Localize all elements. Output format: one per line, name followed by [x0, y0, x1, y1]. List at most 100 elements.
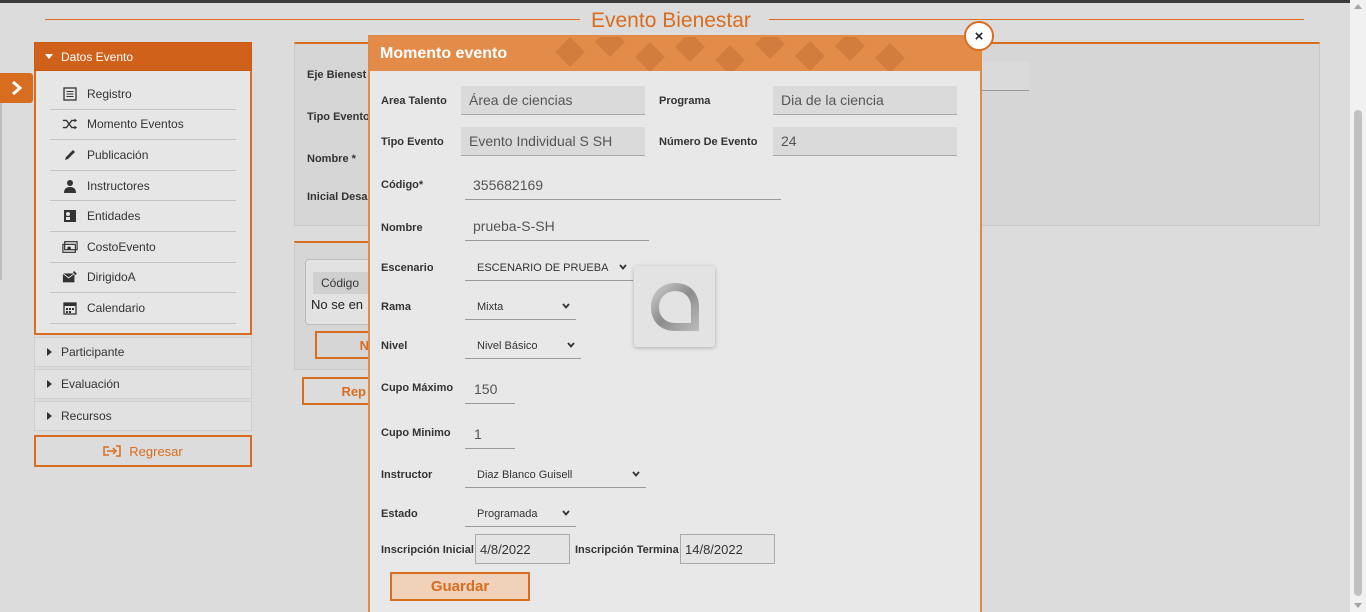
escenario-select[interactable]: ESCENARIO DE PRUEBA — [465, 255, 633, 281]
bg-label-nombre: Nombre * — [307, 153, 356, 165]
new-button[interactable]: N — [315, 331, 375, 359]
label-cupo-maximo: Cupo Máximo — [381, 382, 454, 394]
rama-select[interactable]: Mixta — [465, 294, 576, 320]
section-participante[interactable]: Participante — [34, 337, 252, 367]
list-icon — [62, 86, 78, 102]
section-datos-evento[interactable]: Datos Evento — [34, 42, 252, 71]
back-button[interactable]: Regresar — [34, 435, 252, 467]
sidebar-item-label: Calendario — [87, 300, 146, 315]
bg-label-eje: Eje Bienest — [307, 69, 367, 81]
scroll-thumb[interactable] — [1354, 110, 1362, 596]
nombre-input[interactable]: prueba-S-SH — [465, 211, 649, 241]
escenario-value: ESCENARIO DE PRUEBA — [477, 262, 609, 274]
label-numero-evento: Número De Evento — [659, 136, 758, 148]
page-scrollbar[interactable] — [1350, 0, 1366, 612]
table-empty-message: No se en — [311, 297, 364, 312]
scroll-up-icon[interactable] — [1354, 4, 1362, 9]
label-estado: Estado — [381, 508, 418, 520]
label-nombre: Nombre — [381, 222, 423, 234]
report-button-label: Rep — [341, 383, 366, 399]
title-rule-left — [45, 19, 580, 20]
sidebar-item-publicacion[interactable]: Publicación — [50, 140, 236, 171]
label-tipo-evento: Tipo Evento — [381, 136, 444, 148]
instructor-select[interactable]: Diaz Blanco Guisell — [465, 462, 646, 488]
sidebar-item-entidades[interactable]: Entidades — [50, 201, 236, 232]
shuffle-icon — [62, 116, 78, 132]
cupo-maximo-input[interactable]: 150 — [465, 374, 515, 404]
area-talento-field: Área de ciencias — [461, 86, 645, 115]
numero-evento-field: 24 — [773, 127, 957, 156]
label-inscripcion-termina: Inscripción Termina — [575, 544, 679, 556]
close-icon: × — [974, 27, 984, 45]
label-codigo: Código* — [381, 179, 424, 191]
sidebar-item-dirigidoa[interactable]: DirigidoA — [50, 263, 236, 294]
loading-indicator — [634, 266, 715, 347]
report-button[interactable]: Rep — [302, 377, 372, 405]
pencil-icon — [62, 147, 78, 163]
inscripcion-termina-input[interactable]: 14/8/2022 — [680, 534, 775, 564]
label-rama: Rama — [381, 301, 411, 313]
id-card-icon — [62, 208, 78, 224]
sidebar-item-momento-eventos[interactable]: Momento Eventos — [50, 110, 236, 141]
user-icon — [62, 178, 78, 194]
chevron-right-icon — [11, 80, 22, 96]
estado-select[interactable]: Programada — [465, 501, 576, 527]
caret-right-icon — [47, 380, 52, 388]
sidebar-item-label: Instructores — [87, 178, 150, 193]
caret-right-icon — [47, 412, 52, 420]
sidebar-edge — [0, 103, 2, 280]
sign-out-icon — [103, 445, 122, 457]
sidebar-item-instructores[interactable]: Instructores — [50, 171, 236, 202]
codigo-input[interactable]: 355682169 — [465, 170, 781, 200]
sidebar-item-registro[interactable]: Registro — [50, 79, 236, 110]
bg-field[interactable] — [980, 62, 1029, 90]
label-cupo-minimo: Cupo Minimo — [381, 427, 451, 439]
title-rule-right — [769, 19, 1304, 20]
label-instructor: Instructor — [381, 469, 433, 481]
mail-icon — [62, 269, 78, 285]
chevron-down-icon — [562, 303, 570, 309]
tipo-evento-field: Evento Individual S SH — [461, 127, 645, 156]
sidebar-item-calendario[interactable]: Calendario — [50, 293, 236, 324]
sidebar-item-label: DirigidoA — [87, 270, 136, 285]
bg-label-inicial: Inicial Desa — [307, 191, 368, 203]
section-label: Datos Evento — [61, 49, 134, 64]
sidebar-item-label: CostoEvento — [87, 239, 156, 254]
section-datos-evento-body: Registro Momento Eventos Publicación Ins… — [34, 71, 252, 335]
dialog-title: Momento evento — [380, 45, 508, 62]
back-label: Regresar — [129, 443, 183, 459]
label-inscripcion-inicial: Inscripción Inicial — [381, 544, 474, 556]
estado-value: Programada — [477, 508, 538, 520]
scroll-down-icon[interactable] — [1354, 603, 1362, 608]
instructor-value: Diaz Blanco Guisell — [477, 469, 573, 481]
section-evaluacion[interactable]: Evaluación — [34, 369, 252, 399]
dialog-header: Momento evento — [370, 37, 980, 71]
page-title: Evento Bienestar — [591, 9, 751, 32]
close-dialog-button[interactable]: × — [964, 21, 994, 51]
bg-field-underline — [980, 90, 1029, 91]
sidebar-toggle-button[interactable] — [0, 73, 33, 103]
label-area-talento: Area Talento — [381, 95, 447, 107]
save-button-label: Guardar — [430, 578, 490, 595]
caret-down-icon — [45, 54, 53, 59]
nivel-value: Nivel Básico — [477, 340, 538, 352]
section-recursos[interactable]: Recursos — [34, 401, 252, 431]
caret-right-icon — [47, 348, 52, 356]
chevron-down-icon — [567, 342, 575, 348]
cupo-minimo-input[interactable]: 1 — [465, 419, 515, 449]
chevron-down-icon — [562, 510, 570, 516]
sidebar-item-costoevento[interactable]: CostoEvento — [50, 232, 236, 263]
chevron-down-icon — [619, 264, 627, 270]
section-label: Recursos — [61, 409, 112, 423]
label-escenario: Escenario — [381, 262, 434, 274]
sidebar-item-label: Entidades — [87, 209, 141, 224]
save-button[interactable]: Guardar — [390, 572, 530, 601]
loading-spinner-icon — [650, 282, 699, 331]
nivel-select[interactable]: Nivel Básico — [465, 333, 581, 359]
sidebar: Datos Evento Registro Momento Eventos Pu… — [34, 42, 252, 467]
section-label: Participante — [61, 345, 125, 359]
inscripcion-inicial-input[interactable]: 4/8/2022 — [475, 534, 570, 564]
calendar-icon — [62, 300, 78, 316]
rama-value: Mixta — [477, 301, 504, 313]
sidebar-item-label: Publicación — [87, 147, 149, 162]
